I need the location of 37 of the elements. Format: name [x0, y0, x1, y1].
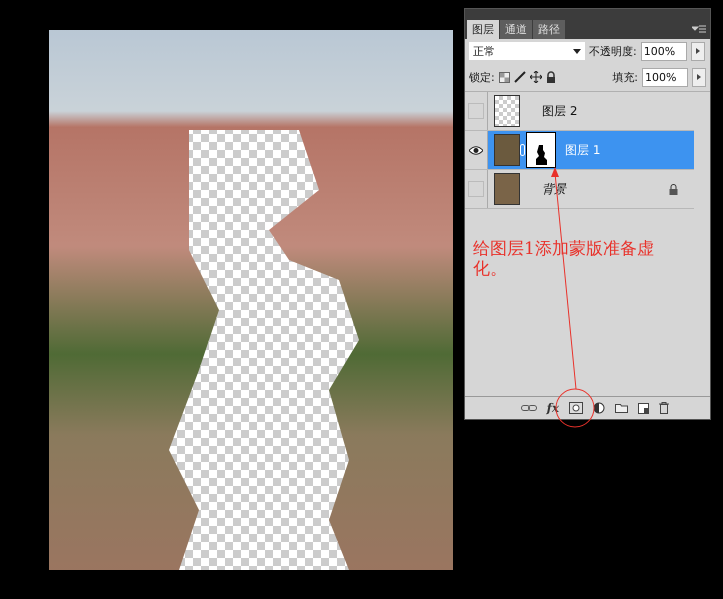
- lock-icon: [669, 184, 678, 194]
- layer-thumbnail: [494, 134, 520, 166]
- chain-icon: [520, 144, 525, 156]
- triangle-icon: [697, 74, 701, 80]
- layer-name: 图层 2: [542, 102, 578, 120]
- mask-thumbnail: [527, 133, 555, 167]
- new-layer-icon[interactable]: [638, 402, 649, 414]
- slider-arrow-button[interactable]: [690, 42, 705, 60]
- lock-transparency-icon[interactable]: [498, 72, 510, 82]
- move-icon[interactable]: [530, 71, 542, 83]
- triangle-icon: [696, 48, 700, 54]
- folder-icon[interactable]: [615, 403, 628, 413]
- slider-arrow-button[interactable]: [692, 68, 706, 86]
- layer-thumbnail: [494, 95, 520, 127]
- layer-row[interactable]: 图层 2: [465, 92, 694, 131]
- adjustment-icon[interactable]: [593, 402, 605, 414]
- menu-icon[interactable]: [692, 25, 706, 33]
- layer-thumbnail: [494, 173, 520, 205]
- visibility-toggle[interactable]: [468, 103, 484, 119]
- opacity-field[interactable]: 100%: [640, 42, 687, 60]
- fill-field[interactable]: 100%: [642, 68, 688, 86]
- layer-name: 图层 1: [565, 142, 600, 158]
- visibility-toggle[interactable]: [468, 181, 484, 197]
- caret-icon: [573, 48, 581, 54]
- panel-tab[interactable]: 图层: [467, 20, 499, 39]
- link-icon[interactable]: [520, 404, 537, 412]
- panel-tab[interactable]: 通道: [500, 20, 532, 39]
- lock-icon[interactable]: [546, 71, 556, 83]
- brush-icon[interactable]: [514, 71, 526, 83]
- blend-mode-dropdown[interactable]: 正常: [469, 42, 585, 60]
- fill-label: 填充:: [612, 70, 638, 84]
- eye-icon[interactable]: [469, 146, 483, 154]
- panel-tab[interactable]: 路径: [533, 20, 565, 39]
- trash-icon[interactable]: [659, 402, 669, 414]
- add-mask-icon[interactable]: [569, 402, 583, 414]
- opacity-label: 不透明度:: [589, 44, 637, 58]
- lock-label: 锁定:: [469, 70, 495, 84]
